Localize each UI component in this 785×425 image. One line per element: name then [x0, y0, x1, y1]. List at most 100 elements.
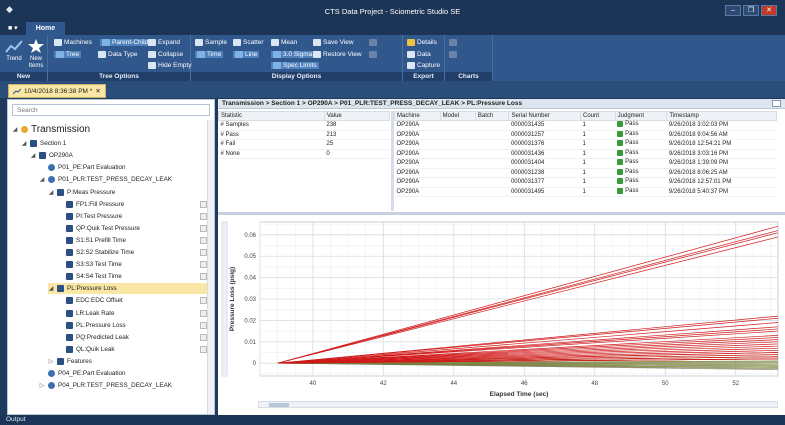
column-header[interactable]: Machine	[394, 111, 441, 121]
mean-button[interactable]: Mean	[271, 39, 297, 46]
tree-node[interactable]: ▷ Features	[48, 356, 92, 367]
table-row[interactable]: OP290A 0000031435 1 Pass 9/26/2018 3:02:03 P…	[394, 120, 777, 131]
tree-node[interactable]: QL:Quik Leak	[57, 344, 207, 355]
tree-expander-icon[interactable]: ◢	[48, 285, 54, 292]
document-tab-close-icon[interactable]: ✕	[95, 87, 100, 95]
tree-node[interactable]: FP1:Fill Pressure	[57, 199, 207, 210]
tree-node[interactable]: S3:S3 Test Time	[57, 259, 207, 270]
data-type-button[interactable]: Data Type	[98, 51, 138, 58]
chart-horizontal-scrollbar[interactable]	[258, 401, 778, 408]
tree-scrollbar[interactable]	[207, 120, 214, 414]
minimize-button[interactable]: –	[725, 5, 741, 16]
tree-node[interactable]: LR:Leak Rate	[57, 308, 207, 319]
tree-node[interactable]: ◢ Transmission	[12, 122, 90, 136]
details-button[interactable]: Details	[407, 39, 437, 46]
tree-expander-icon[interactable]: ▷	[48, 358, 54, 365]
collapse-button[interactable]: Collapse	[148, 51, 183, 58]
tree-node[interactable]: PI:Test Pressure	[57, 211, 207, 222]
expand-button[interactable]: Expand	[148, 39, 180, 46]
tree-expander-icon[interactable]: ◢	[30, 152, 36, 159]
scatter-button[interactable]: Scatter	[233, 39, 264, 46]
trend-button[interactable]: Trend	[2, 38, 26, 63]
node-option-checkbox[interactable]	[200, 333, 207, 341]
save-view-button[interactable]: Save View	[313, 39, 354, 46]
tree-node[interactable]: PL:Pressure Loss	[57, 320, 207, 331]
tree-node[interactable]: ◢ P:Meas Pressure	[48, 187, 115, 198]
capture-button[interactable]: Capture	[407, 62, 440, 69]
node-option-checkbox[interactable]	[200, 297, 207, 305]
table-row[interactable]: # Samples 238	[218, 120, 390, 131]
scrollbar-thumb[interactable]	[269, 403, 289, 407]
tree-node[interactable]: ◢ P01_PLR:TEST_PRESS_DECAY_LEAK	[39, 174, 172, 185]
table-row[interactable]: # None 0	[218, 149, 390, 159]
table-row[interactable]: OP290A 0000031495 1 Pass 9/26/2018 5:40:37 P…	[394, 187, 777, 197]
table-row[interactable]: # Fail 25	[218, 139, 390, 150]
hide-empty-button[interactable]: Hide Empty	[148, 62, 192, 69]
search-input[interactable]	[12, 104, 210, 116]
column-header[interactable]: Value	[323, 111, 391, 121]
tree-button[interactable]: Tree	[54, 51, 82, 58]
table-row[interactable]: OP290A 0000031257 1 Pass 9/26/2018 9:04:56 A…	[394, 130, 777, 140]
sample-button[interactable]: Sample	[195, 39, 227, 46]
node-option-checkbox[interactable]	[200, 321, 207, 329]
export-data-button[interactable]: Data	[407, 51, 431, 58]
tree-node[interactable]: ▷ P04_PLR:TEST_PRESS_DECAY_LEAK	[39, 380, 172, 391]
document-tab[interactable]: 10/4/2018 8:36:38 PM * ✕	[8, 84, 106, 98]
chart-splitter[interactable]	[218, 212, 785, 215]
table-cell: 0000031495	[508, 187, 581, 197]
tree-expander-icon[interactable]: ◢	[48, 189, 54, 196]
node-option-checkbox[interactable]	[200, 224, 207, 232]
parent-child-button[interactable]: Parent-Child	[100, 39, 151, 46]
node-option-checkbox[interactable]	[200, 309, 207, 317]
table-row[interactable]: # Pass 213	[218, 130, 390, 140]
tree-node[interactable]: P01_PE:Part Evaluation	[39, 162, 126, 173]
tree-expander-icon[interactable]: ◢	[12, 126, 18, 133]
tree-expander-icon[interactable]: ◢	[21, 140, 27, 147]
node-option-checkbox[interactable]	[200, 236, 207, 244]
tree-node[interactable]: ◢ PL:Pressure Loss	[48, 283, 208, 295]
tree-node[interactable]: ◢ OP290A	[30, 150, 73, 161]
column-header[interactable]: Count	[580, 111, 616, 121]
tree-expander-icon[interactable]: ◢	[39, 176, 45, 183]
tab-home[interactable]: Home	[25, 22, 66, 35]
table-row[interactable]: OP290A 0000031377 1 Pass 9/26/2018 12:57:01 …	[394, 177, 777, 188]
node-option-checkbox[interactable]	[200, 212, 207, 220]
new-items-button[interactable]: New Items	[24, 38, 48, 70]
tree-node[interactable]: ◢ Section 1	[21, 138, 66, 149]
tree-node[interactable]: QP:Quik Test Pressure	[57, 223, 207, 234]
sigma-button[interactable]: 3.0 Sigma	[271, 51, 315, 58]
line-button[interactable]: Line	[233, 51, 260, 58]
tree-node[interactable]: P04_PE:Part Evaluation	[39, 368, 126, 379]
tree-node[interactable]: S1:S1 Prefill Time	[57, 235, 207, 246]
tree-node[interactable]: S2:S2 Stabilize Time	[57, 247, 207, 258]
node-option-checkbox[interactable]	[200, 249, 207, 256]
file-menu-button[interactable]: ■ ▾	[0, 22, 26, 35]
time-icon	[197, 51, 205, 58]
node-option-checkbox[interactable]	[200, 273, 207, 281]
panel-menu-button[interactable]	[772, 100, 781, 107]
machines-button[interactable]: Machines	[54, 39, 92, 46]
table-row[interactable]: OP290A 0000031238 1 Pass 9/26/2018 8:06:25 A…	[394, 168, 777, 178]
table-row[interactable]: OP290A 0000031436 1 Pass 9/26/2018 3:03:16 P…	[394, 149, 777, 159]
column-header[interactable]: Batch	[474, 111, 510, 121]
tree-node[interactable]: EDC:EDC Offset	[57, 295, 207, 306]
column-header[interactable]: Statistic	[218, 111, 325, 121]
node-option-checkbox[interactable]	[200, 261, 207, 269]
column-header[interactable]: Model	[439, 111, 476, 121]
restore-view-button[interactable]: Restore View	[313, 51, 362, 58]
node-option-checkbox[interactable]	[200, 345, 207, 353]
node-option-checkbox[interactable]	[200, 200, 207, 208]
column-header[interactable]: Judgment	[614, 111, 668, 121]
time-button[interactable]: Time	[195, 51, 224, 58]
column-header[interactable]: Serial Number	[508, 111, 581, 121]
close-button[interactable]: ✕	[761, 5, 777, 16]
tree-expander-icon[interactable]: ▷	[39, 382, 45, 389]
tree-node[interactable]: S4:S4 Test Time	[57, 271, 207, 282]
maximize-button[interactable]: ❐	[743, 5, 759, 16]
table-row[interactable]: OP290A 0000031404 1 Pass 9/26/2018 1:39:09 P…	[394, 158, 777, 169]
tree-node[interactable]: PQ:Predicted Leak	[57, 332, 207, 343]
tree-node-icon	[48, 370, 55, 377]
spec-limits-button[interactable]: Spec Limits	[271, 62, 319, 69]
column-header[interactable]: Timestamp	[666, 111, 777, 121]
table-row[interactable]: OP290A 0000031376 1 Pass 9/26/2018 12:54:21 …	[394, 139, 777, 150]
